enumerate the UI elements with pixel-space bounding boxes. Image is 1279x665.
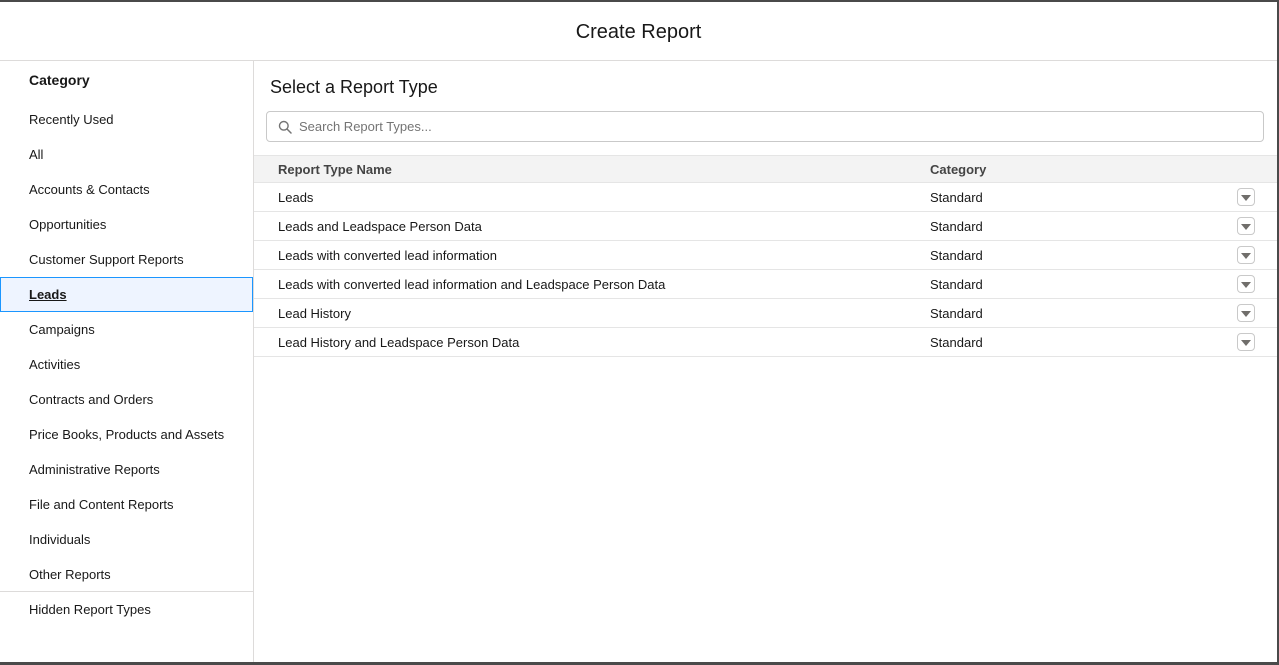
report-type-name[interactable]: Leads with converted lead information an… (278, 277, 665, 292)
modal-header: Create Report (0, 2, 1277, 61)
search-input[interactable] (299, 119, 1263, 134)
row-actions-button[interactable] (1237, 217, 1255, 235)
chevron-down-icon (1241, 340, 1251, 346)
create-report-modal: Create Report Category Recently Used All… (0, 0, 1279, 665)
column-header-report-type-name[interactable]: Report Type Name (278, 162, 392, 177)
sidebar-heading: Category (29, 72, 90, 88)
column-header-category[interactable]: Category (930, 162, 986, 177)
sidebar-item-contracts-orders[interactable]: Contracts and Orders (0, 382, 253, 417)
chevron-down-icon (1241, 311, 1251, 317)
report-type-name[interactable]: Leads (278, 190, 313, 205)
sidebar-item-opportunities[interactable]: Opportunities (0, 207, 253, 242)
report-type-category: Standard (930, 277, 983, 292)
row-actions-button[interactable] (1237, 275, 1255, 293)
sidebar-item-activities[interactable]: Activities (0, 347, 253, 382)
sidebar-item-price-books[interactable]: Price Books, Products and Assets (0, 417, 253, 452)
category-sidebar: Category Recently Used All Accounts & Co… (0, 61, 254, 662)
report-type-panel: Select a Report Type Report Type Name Ca… (254, 61, 1277, 662)
chevron-down-icon (1241, 282, 1251, 288)
row-actions-button[interactable] (1237, 246, 1255, 264)
report-types-table: Report Type Name Category Leads Standard… (254, 155, 1277, 357)
table-row[interactable]: Leads with converted lead information St… (254, 241, 1277, 270)
panel-title: Select a Report Type (270, 77, 438, 97)
row-actions-button[interactable] (1237, 188, 1255, 206)
sidebar-item-all[interactable]: All (0, 137, 253, 172)
hidden-report-types-section: Hidden Report Types (0, 592, 253, 627)
row-actions-button[interactable] (1237, 304, 1255, 322)
sidebar-item-hidden-report-types[interactable]: Hidden Report Types (0, 592, 253, 627)
sidebar-item-accounts-contacts[interactable]: Accounts & Contacts (0, 172, 253, 207)
report-type-category: Standard (930, 190, 983, 205)
sidebar-item-customer-support-reports[interactable]: Customer Support Reports (0, 242, 253, 277)
sidebar-item-administrative-reports[interactable]: Administrative Reports (0, 452, 253, 487)
report-type-category: Standard (930, 248, 983, 263)
report-type-name[interactable]: Lead History and Leadspace Person Data (278, 335, 519, 350)
table-row[interactable]: Lead History Standard (254, 299, 1277, 328)
chevron-down-icon (1241, 253, 1251, 259)
report-type-category: Standard (930, 219, 983, 234)
table-row[interactable]: Leads with converted lead information an… (254, 270, 1277, 299)
table-row[interactable]: Leads Standard (254, 183, 1277, 212)
report-type-name[interactable]: Lead History (278, 306, 351, 321)
search-box[interactable] (266, 111, 1264, 142)
report-type-category: Standard (930, 335, 983, 350)
report-type-name[interactable]: Leads and Leadspace Person Data (278, 219, 482, 234)
chevron-down-icon (1241, 195, 1251, 201)
table-row[interactable]: Lead History and Leadspace Person Data S… (254, 328, 1277, 357)
sidebar-item-individuals[interactable]: Individuals (0, 522, 253, 557)
table-header: Report Type Name Category (254, 155, 1277, 183)
category-list: Recently Used All Accounts & Contacts Op… (0, 102, 253, 592)
sidebar-item-recently-used[interactable]: Recently Used (0, 102, 253, 137)
search-icon (278, 120, 292, 134)
sidebar-item-other-reports[interactable]: Other Reports (0, 557, 253, 592)
report-type-name[interactable]: Leads with converted lead information (278, 248, 497, 263)
table-row[interactable]: Leads and Leadspace Person Data Standard (254, 212, 1277, 241)
chevron-down-icon (1241, 224, 1251, 230)
row-actions-button[interactable] (1237, 333, 1255, 351)
modal-title: Create Report (575, 20, 702, 43)
sidebar-item-campaigns[interactable]: Campaigns (0, 312, 253, 347)
sidebar-item-file-content-reports[interactable]: File and Content Reports (0, 487, 253, 522)
report-type-category: Standard (930, 306, 983, 321)
sidebar-item-leads[interactable]: Leads (0, 277, 253, 312)
